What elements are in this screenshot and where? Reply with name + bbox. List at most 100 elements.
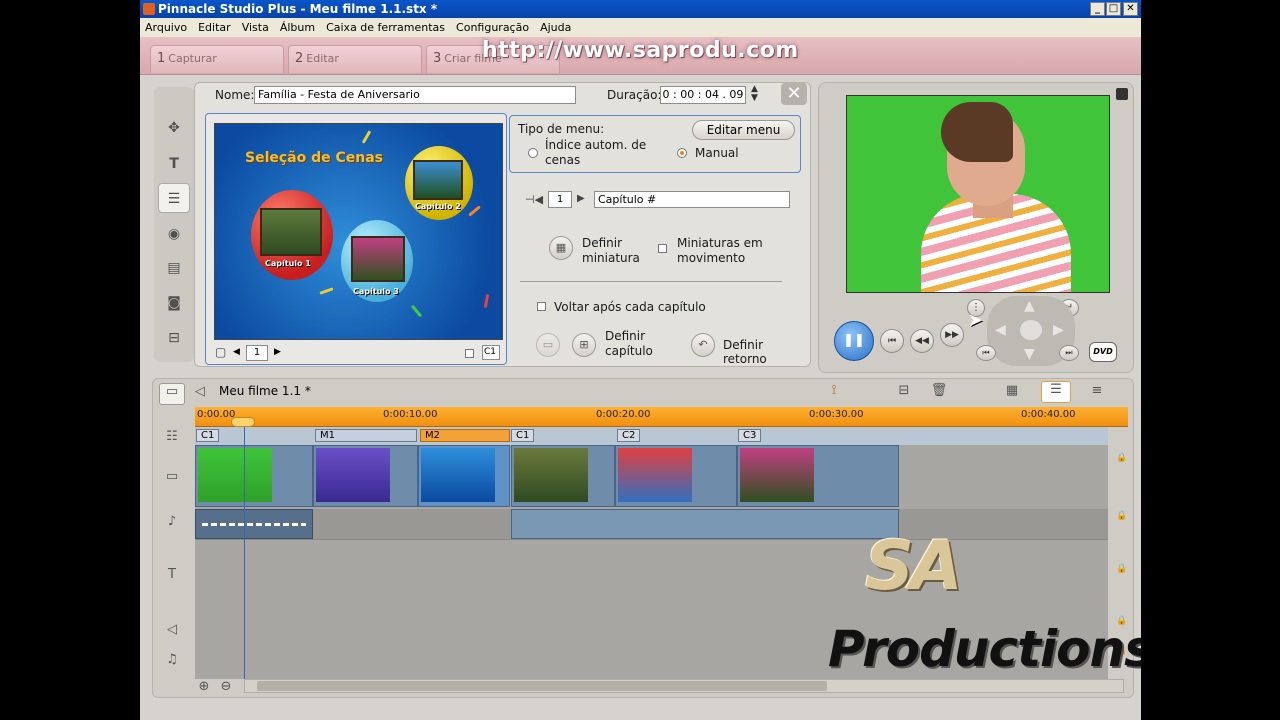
speaker-icon[interactable]: ◁ <box>191 384 209 400</box>
chapter-first-icon[interactable]: ⊣◀ <box>525 193 543 206</box>
dvd-left-icon[interactable]: ◀ <box>995 322 1006 338</box>
clip-properties-icon[interactable]: ▤ <box>158 253 190 283</box>
chapter-thumbnail <box>413 160 463 200</box>
timeline-ruler[interactable]: 0:00.00 0:00:10.00 0:00:20.00 0:00:30.00… <box>195 407 1128 427</box>
next-page-icon[interactable]: ▶ <box>274 347 281 357</box>
manual-radio[interactable] <box>677 148 687 158</box>
scrubber-handle[interactable] <box>231 417 255 427</box>
chapter-name-field[interactable]: Capítulo # <box>594 191 790 208</box>
video-toolbox-icon[interactable]: ✥ <box>158 113 190 143</box>
close-editor-icon[interactable]: ✕ <box>781 83 807 105</box>
sound-effect-track-icon: ◁ <box>167 622 177 637</box>
fullscreen-icon[interactable] <box>1116 88 1128 100</box>
title-tool-icon[interactable]: T <box>158 149 190 179</box>
lock-icon[interactable]: 🔒 <box>1116 564 1127 574</box>
prev-page-icon[interactable]: ◀ <box>233 347 240 357</box>
menu-ajuda[interactable]: Ajuda <box>540 21 571 34</box>
toolbox-sidebar: ✥ T ☰ ◉ ▤ ◙ ⊟ <box>154 87 194 362</box>
playhead-line[interactable] <box>244 427 245 679</box>
chapter-marker[interactable]: C3 <box>738 429 762 442</box>
dvd-next-chapter-button[interactable]: ⏭ <box>1059 345 1079 361</box>
storyboard-view-icon[interactable]: ▦ <box>1003 383 1021 399</box>
dvd-up-icon[interactable]: ▲ <box>1024 298 1035 314</box>
menu-vista[interactable]: Vista <box>242 21 269 34</box>
menu-name-field[interactable]: Família - Festa de Aniversario <box>254 86 576 104</box>
fast-forward-button[interactable]: ▶▶ <box>940 323 964 347</box>
dvd-enter-button[interactable] <box>1020 320 1042 340</box>
chapter-marker[interactable]: C1 <box>196 429 220 442</box>
dvd-toggle-button[interactable]: DVD <box>1089 342 1117 362</box>
effects-tool-icon[interactable]: ◙ <box>158 288 190 318</box>
menu-arquivo[interactable]: Arquivo <box>145 21 187 34</box>
duration-field[interactable]: 0 : 00 : 04 . 09 <box>660 86 746 104</box>
video-clip[interactable] <box>615 445 737 507</box>
video-clip[interactable] <box>737 445 899 507</box>
chapter-label: Capítulo 3 <box>353 287 399 296</box>
lock-icon[interactable]: 🔒 <box>1116 453 1127 463</box>
timeline-view-icon[interactable]: ▭ <box>159 383 185 405</box>
lock-icon[interactable]: 🔒 <box>1116 511 1127 521</box>
rewind-button[interactable]: ◀◀ <box>910 329 934 353</box>
menu-page-field[interactable]: 1 <box>246 345 268 361</box>
video-clip[interactable] <box>195 445 313 507</box>
audio-clip[interactable] <box>511 509 899 539</box>
tab-capturar[interactable]: 1 Capturar <box>150 45 284 73</box>
minimize-button[interactable]: _ <box>1090 2 1105 16</box>
timeline-view-toggle-icon[interactable]: ☰ <box>1041 381 1071 403</box>
menu-marker[interactable]: M1 <box>315 429 417 442</box>
menu-page-icon: ▢ <box>215 345 227 359</box>
chapter-link-icon[interactable]: ▭ <box>536 333 560 357</box>
set-thumbnail-icon[interactable]: ▦ <box>549 236 573 260</box>
menu-type-label: Tipo de menu: <box>518 122 605 136</box>
delete-clip-icon[interactable]: 🗑 <box>930 383 948 399</box>
menu-caixa-ferramentas[interactable]: Caixa de ferramentas <box>326 21 445 34</box>
edit-menu-button[interactable]: Editar menu <box>692 120 795 140</box>
preview-marker-checkbox[interactable] <box>465 349 474 358</box>
set-return-icon[interactable]: ↶ <box>691 333 715 357</box>
disc-menu-tool-icon[interactable]: ☰ <box>158 183 190 213</box>
audio-toolbox-icon[interactable]: ⊟ <box>158 323 190 353</box>
split-clip-icon[interactable]: ⊟ <box>895 383 913 399</box>
audio-clip[interactable] <box>195 509 313 539</box>
scrollbar-thumb[interactable] <box>257 681 827 691</box>
chapter-number-field[interactable]: 1 <box>548 191 572 208</box>
video-clip[interactable] <box>313 445 418 507</box>
ruler-tick: 0:00:10.00 <box>383 409 438 420</box>
menu-preview[interactable]: Seleção de Cenas Capítulo 1 Capítulo 2 C… <box>214 123 503 340</box>
dvd-down-icon[interactable]: ▼ <box>1024 346 1035 362</box>
menu-editar[interactable]: Editar <box>198 21 231 34</box>
chapter-marker[interactable]: C1 <box>511 429 535 442</box>
menu-marker-selected[interactable]: M2 <box>420 429 510 442</box>
website-watermark: http://www.saprodu.com <box>482 38 799 63</box>
chapter-label: Capítulo 2 <box>415 202 461 211</box>
timeline-scrollbar[interactable] <box>244 679 1124 693</box>
tab-editar[interactable]: 2 Editar <box>288 45 422 73</box>
motion-thumbnails-checkbox[interactable] <box>658 244 667 253</box>
audio-waveform <box>202 523 306 526</box>
zoom-in-icon[interactable]: ⊕ <box>195 679 213 695</box>
video-clip-selected[interactable] <box>418 445 510 507</box>
close-window-button[interactable]: ✕ <box>1123 2 1138 16</box>
ruler-tick: 0:00:40.00 <box>1021 409 1076 420</box>
dvd-previous-chapter-button[interactable]: ⏮ <box>976 345 996 361</box>
go-to-start-button[interactable]: ⏮ <box>880 329 904 353</box>
chapter-next-icon[interactable]: ▶ <box>577 193 585 204</box>
zoom-out-icon[interactable]: ⊖ <box>217 679 235 695</box>
project-title: Meu filme 1.1 * <box>219 384 311 398</box>
auto-index-radio[interactable] <box>528 148 538 158</box>
pause-button[interactable]: ❚❚ <box>834 321 874 361</box>
return-after-checkbox[interactable] <box>537 302 546 311</box>
audio-scrub-icon[interactable]: ⟟ <box>825 383 843 399</box>
chapter-marker[interactable]: C2 <box>617 429 641 442</box>
duration-spinner-icon[interactable]: ▲ ▼ <box>751 85 758 103</box>
frame-grabber-icon[interactable]: ◉ <box>158 219 190 249</box>
clip-thumbnail <box>740 448 814 502</box>
music-track-icon: ♫ <box>166 652 178 667</box>
set-chapter-icon[interactable]: ⊞ <box>572 333 596 357</box>
video-clip[interactable] <box>511 445 615 507</box>
maximize-button[interactable]: □ <box>1106 2 1121 16</box>
text-view-icon[interactable]: ≡ <box>1088 383 1106 399</box>
menu-album[interactable]: Álbum <box>280 21 315 34</box>
menu-configuracao[interactable]: Configuração <box>456 21 529 34</box>
dvd-right-icon[interactable]: ▶ <box>1053 322 1064 338</box>
